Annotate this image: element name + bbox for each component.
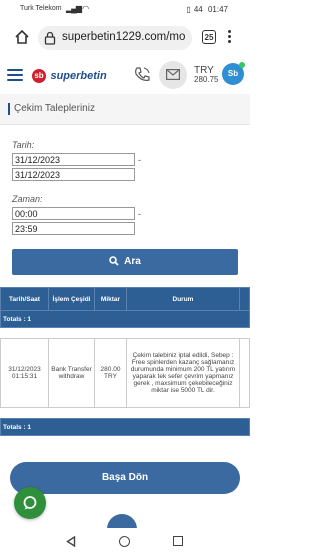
clock: 01:47	[207, 5, 228, 14]
nav-home-icon[interactable]	[119, 536, 130, 547]
time-from-input[interactable]: 00:00	[12, 207, 135, 220]
withdrawals-table: Tarih/Saat İşlem Çeşidi Miktar Durum Tot…	[0, 287, 250, 436]
status-bar: Turk Telekom ▂▄▆ ◠ ▯ 44 01:47	[0, 0, 250, 20]
url-bar[interactable]: superbetin1229.com/mo	[38, 26, 192, 50]
date-to-input[interactable]: 31/12/2023	[12, 168, 135, 181]
site-logo[interactable]: sb superbetin	[32, 67, 107, 83]
search-button-label: Ara	[124, 256, 141, 267]
date-range-separator: -	[138, 155, 141, 165]
totals-row-bottom: Totals : 1	[0, 418, 250, 436]
logo-badge: sb	[32, 68, 46, 83]
spacer-row	[1, 328, 250, 339]
system-nav-bar	[0, 528, 250, 556]
search-button[interactable]: Ara	[12, 249, 238, 275]
page-title: Çekim Talepleriniz	[14, 103, 95, 114]
carrier-name: Turk Telekom	[20, 5, 62, 12]
cell-amount: 280.00 TRY	[94, 338, 127, 408]
browser-toolbar: superbetin1229.com/mo 25	[0, 20, 250, 56]
tab-switcher-button[interactable]: 25	[202, 30, 216, 44]
date-label: Tarih:	[12, 140, 35, 150]
phone-icon[interactable]	[132, 65, 152, 85]
col-header-datetime: Tarih/Saat	[0, 287, 49, 311]
url-text: superbetin1229.com/mo	[62, 31, 186, 43]
totals-row-top: Totals : 1	[0, 310, 250, 328]
search-icon	[109, 256, 119, 266]
mail-icon	[166, 69, 180, 80]
signal-wifi-icon: ▂▄▆ ◠	[66, 4, 89, 13]
title-accent	[8, 103, 10, 115]
back-to-top-button[interactable]: Başa Dön	[10, 462, 240, 494]
messages-button[interactable]	[159, 61, 187, 89]
nav-back-icon[interactable]	[66, 536, 76, 547]
balance-amount: 280.75	[194, 75, 219, 84]
time-range-separator: -	[138, 209, 141, 219]
avatar-initials: Sb	[227, 69, 239, 78]
status-right: ▯ 44 01:47	[183, 5, 228, 14]
balance-display[interactable]: TRY 280.75	[194, 65, 219, 85]
cell-status: Çekim talebiniz iptal edildi, Sebep : Fr…	[126, 338, 240, 408]
battery-level: 44	[193, 5, 203, 14]
spacer-row	[1, 408, 250, 419]
hamburger-menu-icon[interactable]	[7, 69, 23, 81]
col-header-type: İşlem Çeşidi	[48, 287, 95, 311]
table-row: 31/12/2023 01:15:31 Bank Transfer withdr…	[0, 338, 250, 408]
page-title-bar: Çekim Talepleriniz	[0, 94, 250, 125]
col-header-amount: Miktar	[94, 287, 127, 311]
time-to-input[interactable]: 23:59	[12, 222, 135, 235]
cell-extra	[239, 338, 250, 408]
cell-datetime: 31/12/2023 01:15:31	[0, 338, 49, 408]
home-icon[interactable]	[14, 29, 30, 45]
chat-bubble-icon	[23, 496, 37, 510]
col-header-status: Durum	[126, 287, 240, 311]
col-header-extra	[239, 287, 250, 311]
balance-currency: TRY	[194, 65, 214, 76]
battery-icon: ▯	[186, 5, 191, 14]
lock-icon[interactable]	[44, 31, 56, 45]
time-label: Zaman:	[12, 194, 43, 204]
logo-text: superbetin	[50, 69, 107, 82]
cell-type: Bank Transfer withdraw	[48, 338, 95, 408]
date-from-input[interactable]: 31/12/2023	[12, 153, 135, 166]
user-avatar[interactable]: Sb	[222, 62, 245, 85]
nav-recents-icon[interactable]	[173, 536, 183, 546]
site-header: sb superbetin TRY 280.75 Sb	[0, 56, 250, 95]
more-menu-icon[interactable]	[228, 30, 232, 46]
live-chat-button[interactable]	[14, 487, 46, 519]
online-indicator	[239, 62, 245, 68]
